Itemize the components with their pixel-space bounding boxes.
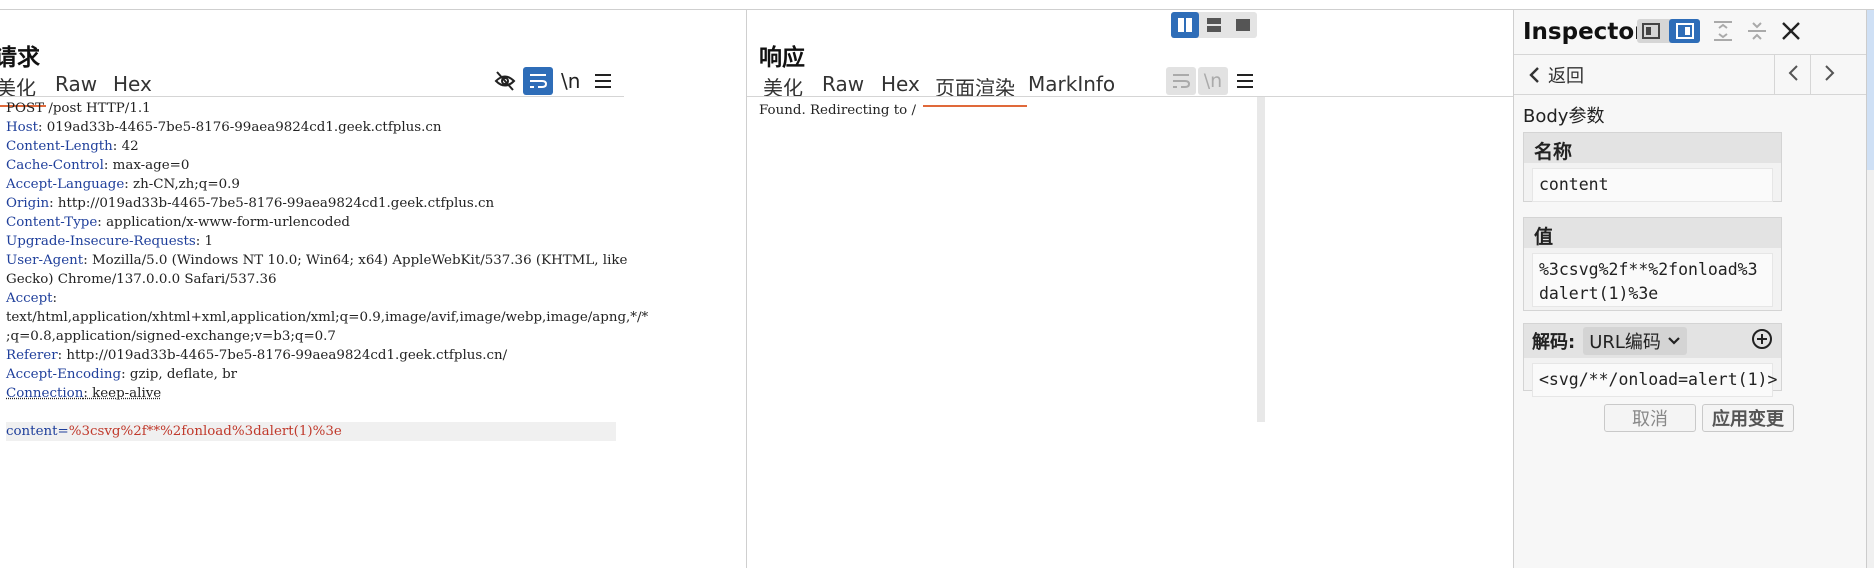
request-body-line: content=%3csvg%2f**%2fonload%3dalert(1)%… <box>6 422 616 441</box>
header-line: Accept-Language: zh-CN,zh;q=0.9 <box>6 177 240 192</box>
header-line: Host: 019ad33b-4465-7be5-8176-99aea9824c… <box>6 120 442 135</box>
chevron-left-icon <box>1529 67 1539 83</box>
value-header: 值 <box>1524 218 1781 248</box>
layout-right-icon[interactable] <box>1669 19 1700 43</box>
divider <box>1514 94 1866 95</box>
back-label: 返回 <box>1548 66 1584 87</box>
name-field[interactable]: content <box>1532 168 1773 202</box>
layout-left-icon[interactable] <box>1642 23 1660 43</box>
decoded-field[interactable]: <svg/**/onload=alert(1)> <box>1532 363 1777 397</box>
inspector-title: Inspector <box>1523 19 1646 45</box>
header-line: Origin: http://019ad33b-4465-7be5-8176-9… <box>6 196 495 211</box>
expand-all-icon[interactable] <box>1712 20 1734 46</box>
request-editor[interactable]: POST /post HTTP/1.1 Host: 019ad33b-4465-… <box>6 99 649 441</box>
header-continuation: ;q=0.8,application/signed-exchange;v=b3;… <box>6 329 336 344</box>
newline-icon[interactable]: \n <box>561 69 580 93</box>
name-header: 名称 <box>1524 133 1781 163</box>
header-line: Accept-Encoding: gzip, deflate, br <box>6 367 238 382</box>
request-title: 请求 <box>0 45 40 71</box>
divider <box>1514 54 1866 55</box>
wrap-icon[interactable] <box>523 67 553 95</box>
header-line: Content-Type: application/x-www-form-url… <box>6 215 350 230</box>
request-line: POST /post HTTP/1.1 <box>6 101 151 116</box>
menu-icon[interactable] <box>1230 67 1260 95</box>
wrap-icon[interactable] <box>1166 67 1196 95</box>
header-line: Cache-Control: max-age=0 <box>6 158 190 173</box>
tab-raw[interactable]: Raw <box>822 72 864 96</box>
tab-page-render[interactable]: 页面渲染 <box>923 72 1027 107</box>
next-icon[interactable] <box>1823 64 1837 86</box>
back-button[interactable]: 返回 <box>1528 62 1584 88</box>
collapse-all-icon[interactable] <box>1746 20 1768 46</box>
decode-header-row: 解码: URL编码 <box>1524 324 1781 358</box>
inspector-panel: Inspector 返回 Body参数 名称 content 值 %3csvg%… <box>1514 10 1866 568</box>
value-field[interactable]: %3csvg%2f**%2fonload%3dalert(1)%3e <box>1532 253 1773 307</box>
top-border <box>0 0 1874 10</box>
request-pane: 请求 美化 Raw Hex \n POST /post HTTP/1.1 Hos… <box>0 10 747 568</box>
response-scrollbar[interactable] <box>1257 97 1265 422</box>
menu-icon[interactable] <box>588 67 618 95</box>
sidebar-item-issues[interactable] <box>1867 290 1874 380</box>
response-title: 响应 <box>759 45 805 71</box>
decode-section: 解码: URL编码 <svg/**/onload=alert(1)> <box>1523 323 1782 397</box>
tab-markinfo[interactable]: MarkInfo <box>1028 72 1115 96</box>
header-line: Accept: <box>6 291 58 306</box>
eye-slash-icon[interactable] <box>490 67 520 95</box>
prev-icon[interactable] <box>1786 64 1800 86</box>
header-line: Referer: http://019ad33b-4465-7be5-8176-… <box>6 348 508 363</box>
tab-raw[interactable]: Raw <box>55 72 97 96</box>
sidebar-item-inspector[interactable] <box>1867 10 1874 170</box>
side-tab-bar <box>1866 10 1874 568</box>
tab-hex[interactable]: Hex <box>881 72 920 96</box>
section-label: Body参数 <box>1523 106 1605 127</box>
response-pane: 响应 美化 Raw Hex 页面渲染 MarkInfo \n Found. Re… <box>747 10 1514 568</box>
chevron-down-icon <box>1668 337 1680 345</box>
header-line: User-Agent: Mozilla/5.0 (Windows NT 10.0… <box>6 253 628 268</box>
divider <box>1774 54 1775 94</box>
decode-select[interactable]: URL编码 <box>1583 327 1687 355</box>
tab-hex[interactable]: Hex <box>113 72 152 96</box>
tab-divider <box>0 96 624 97</box>
header-line: Upgrade-Insecure-Requests: 1 <box>6 234 214 249</box>
sidebar-item-notes[interactable] <box>1867 185 1874 275</box>
header-line: Content-Length: 42 <box>6 139 139 154</box>
decode-label: 解码: <box>1532 332 1576 353</box>
divider <box>1810 54 1811 94</box>
add-circle-icon[interactable] <box>1751 328 1773 354</box>
apply-button[interactable]: 应用变更 <box>1702 404 1794 432</box>
close-icon[interactable] <box>1780 20 1802 46</box>
newline-icon[interactable]: \n <box>1198 67 1228 95</box>
value-section: 值 %3csvg%2f**%2fonload%3dalert(1)%3e <box>1523 217 1782 311</box>
split-vertical-icon[interactable] <box>1171 12 1199 38</box>
split-horizontal-icon[interactable] <box>1200 12 1228 38</box>
tab-divider <box>747 96 1513 97</box>
rendered-page-text: Found. Redirecting to / <box>759 103 916 118</box>
header-continuation: text/html,application/xhtml+xml,applicat… <box>6 310 649 325</box>
single-pane-icon[interactable] <box>1229 12 1257 38</box>
cancel-button[interactable]: 取消 <box>1604 404 1696 432</box>
header-continuation: Gecko) Chrome/137.0.0.0 Safari/537.36 <box>6 272 277 287</box>
header-line: Connection: keep-alive <box>6 386 162 401</box>
decode-select-value: URL编码 <box>1589 332 1661 353</box>
name-section: 名称 content <box>1523 132 1782 202</box>
